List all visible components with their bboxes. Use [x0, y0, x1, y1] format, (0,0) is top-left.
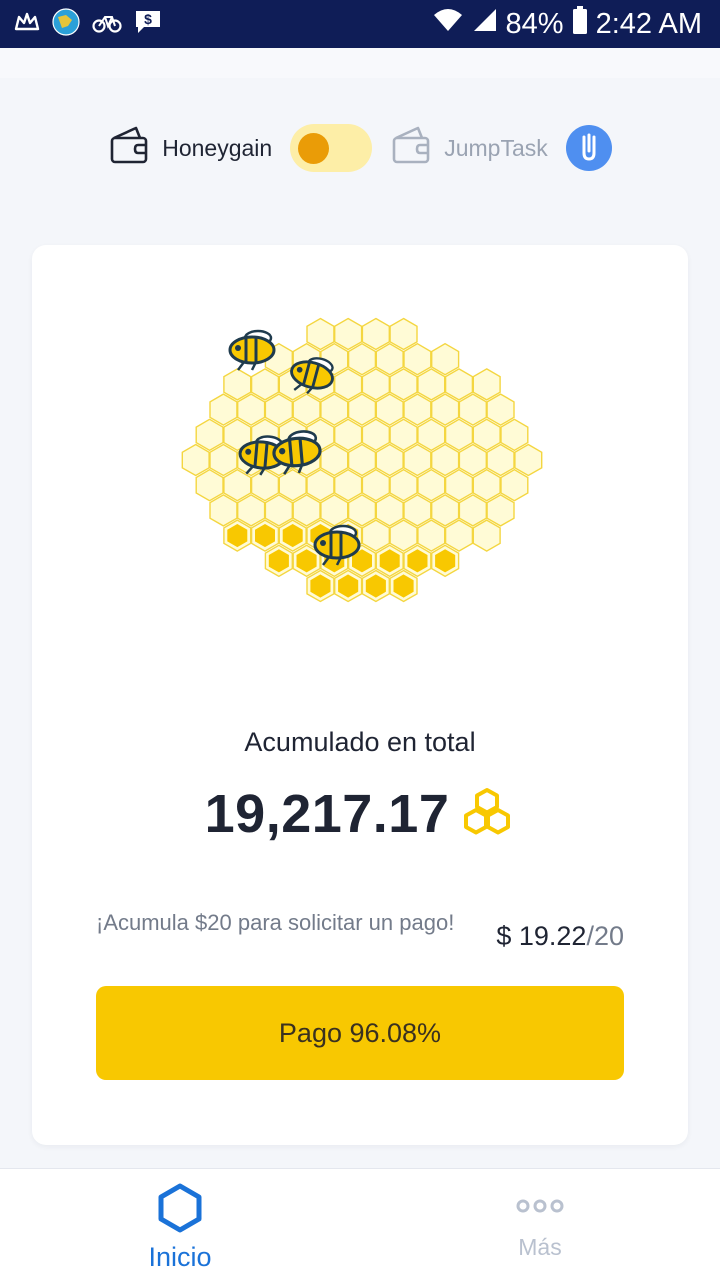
- balance-card: Acumulado en total 19,217.17 ¡Acumula $2…: [32, 245, 688, 1145]
- status-left-icons: $: [0, 7, 162, 41]
- payout-goal: /20: [586, 921, 624, 951]
- total-balance: 19,217.17: [32, 783, 688, 845]
- nav-label-mas: Más: [518, 1234, 562, 1260]
- payout-hint: ¡Acumula $20 para solicitar un pago!: [96, 910, 455, 935]
- toggle-knob: [298, 133, 330, 164]
- wallet-icon: [108, 124, 152, 172]
- honeygain-option[interactable]: Honeygain: [108, 124, 272, 172]
- total-value: 19,217.17: [204, 784, 450, 844]
- header-strip: [0, 48, 720, 78]
- wallet-switcher: Honeygain JumpTask: [0, 118, 720, 178]
- bike-icon: [92, 10, 122, 39]
- battery-icon: [572, 6, 588, 42]
- honeycomb-bees-illustration: [181, 317, 543, 603]
- accumulated-label: Acumulado en total: [244, 727, 476, 757]
- wifi-icon: [432, 7, 464, 41]
- nav-item-inicio[interactable]: Inicio: [0, 1169, 360, 1280]
- signal-icon: [472, 7, 498, 41]
- wallet-icon: [390, 124, 434, 172]
- jumptask-label: JumpTask: [444, 134, 548, 161]
- status-bar: $ 84% 2:42 AM: [0, 0, 720, 48]
- app-globe-icon: [52, 7, 80, 41]
- payout-button[interactable]: Pago 96.08%: [96, 986, 624, 1080]
- clock: 2:42 AM: [595, 7, 702, 40]
- jumptask-option[interactable]: JumpTask: [390, 124, 548, 172]
- crown-icon: [14, 11, 40, 38]
- honeycomb-coin-icon: [459, 786, 515, 843]
- chat-dollar-icon: $: [134, 9, 162, 40]
- jumptask-logo-icon[interactable]: [565, 125, 612, 171]
- status-right-icons: 84% 2:42 AM: [432, 6, 720, 42]
- payout-button-label: Pago 96.08%: [278, 1017, 442, 1048]
- payout-current: $ 19.22: [496, 921, 587, 951]
- nav-label-inicio: Inicio: [148, 1242, 212, 1272]
- hexagon-icon: [157, 1183, 203, 1238]
- wallet-toggle[interactable]: [290, 124, 373, 172]
- payout-amount: $ 19.22/20: [496, 921, 624, 952]
- more-dots-icon: [515, 1197, 565, 1220]
- bottom-nav: Inicio Más: [0, 1168, 720, 1280]
- honeygain-label: Honeygain: [162, 134, 273, 161]
- svg-text:$: $: [144, 11, 152, 27]
- battery-percent: 84%: [505, 7, 564, 40]
- nav-item-mas[interactable]: Más: [360, 1169, 720, 1280]
